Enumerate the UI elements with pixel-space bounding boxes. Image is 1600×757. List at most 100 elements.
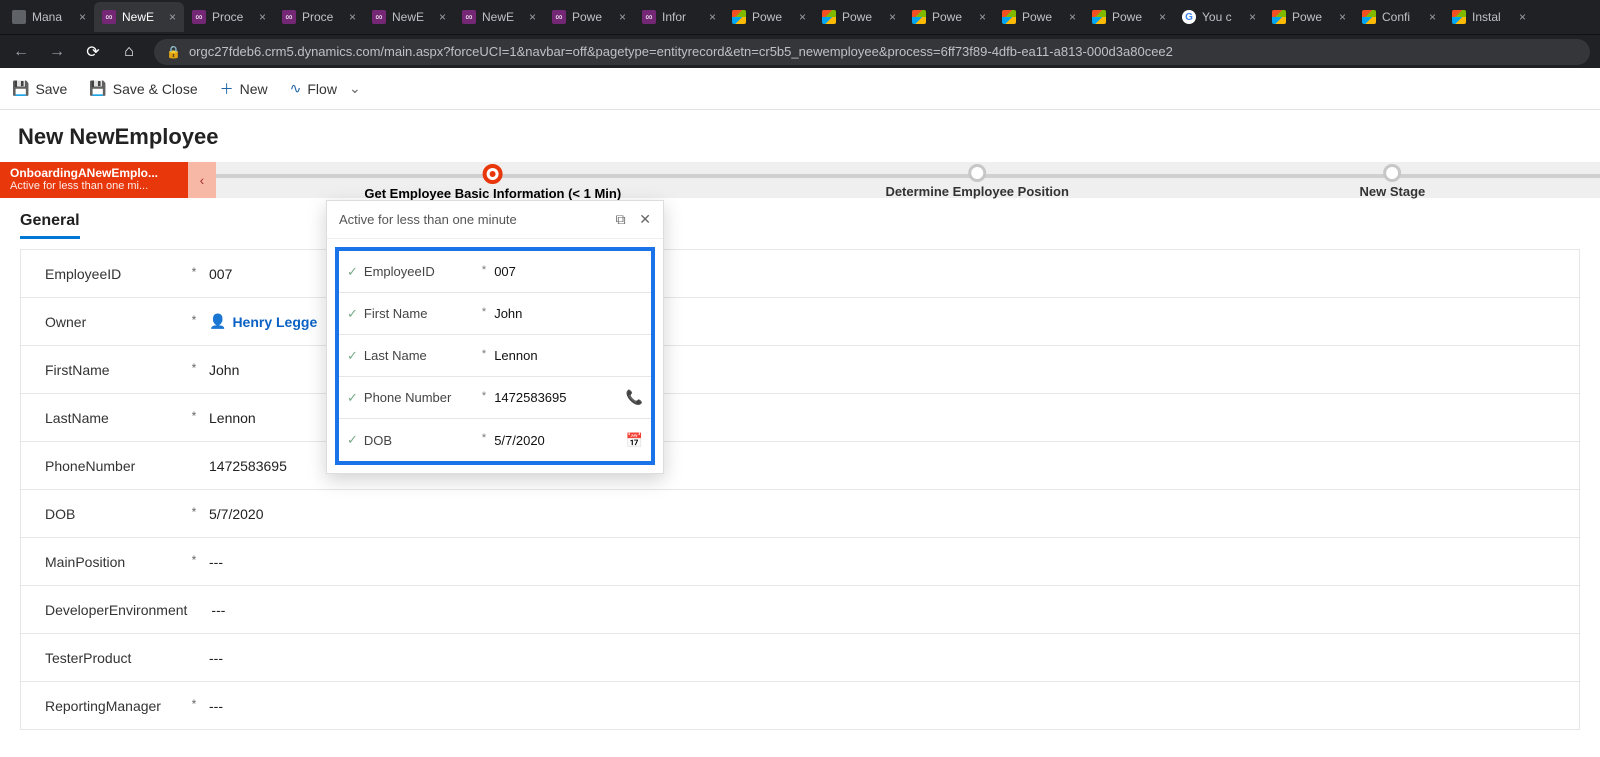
- stage-label: Get Employee Basic Information (< 1 Min): [364, 186, 621, 201]
- calendar-icon[interactable]: 📅: [626, 432, 643, 449]
- browser-tab[interactable]: Powe×: [724, 2, 814, 32]
- favicon-icon: ∞: [282, 10, 296, 24]
- field-value[interactable]: ---: [203, 554, 1555, 570]
- required-indicator: *: [185, 505, 203, 519]
- browser-tab[interactable]: Powe×: [994, 2, 1084, 32]
- browser-tab[interactable]: Mana×: [4, 2, 94, 32]
- flyout-field-value[interactable]: 1472583695: [492, 390, 625, 405]
- stage-label: New Stage: [1360, 184, 1426, 199]
- tab-label: Infor: [662, 10, 703, 24]
- browser-tab[interactable]: Powe ×: [814, 2, 904, 32]
- field-value[interactable]: 5/7/2020: [203, 506, 1555, 522]
- tab-close-icon[interactable]: ×: [349, 10, 356, 24]
- required-indicator: *: [185, 265, 203, 279]
- browser-tab[interactable]: Powe ×: [904, 2, 994, 32]
- required-indicator: *: [482, 390, 486, 402]
- browser-tab[interactable]: ∞NewE×: [364, 2, 454, 32]
- nav-reload-icon[interactable]: ⟳: [82, 42, 104, 62]
- flyout-row: ✓DOB*5/7/2020📅: [339, 419, 651, 461]
- tab-close-icon[interactable]: ×: [709, 10, 716, 24]
- page-title: New NewEmployee: [0, 110, 1600, 162]
- save-close-button[interactable]: 💾 Save & Close: [89, 80, 197, 97]
- favicon-icon: ∞: [372, 10, 386, 24]
- tab-close-icon[interactable]: ×: [1429, 10, 1436, 24]
- form-tabs: General: [0, 198, 1600, 239]
- tab-close-icon[interactable]: ×: [1339, 10, 1346, 24]
- flyout-row: ✓EmployeeID*007: [339, 251, 651, 293]
- tab-close-icon[interactable]: ×: [259, 10, 266, 24]
- close-icon[interactable]: ✕: [639, 211, 651, 227]
- favicon-icon: ∞: [192, 10, 206, 24]
- flyout-row: ✓Last Name*Lennon: [339, 335, 651, 377]
- stage-dot-icon: [1383, 164, 1401, 182]
- form-row: TesterProduct---: [21, 633, 1579, 681]
- flyout-field-value[interactable]: 007: [492, 264, 643, 279]
- nav-back-icon[interactable]: ←: [10, 43, 32, 61]
- favicon-icon: [912, 10, 926, 24]
- field-value[interactable]: ---: [203, 698, 1555, 714]
- tab-label: Proce: [212, 10, 253, 24]
- tab-close-icon[interactable]: ×: [799, 10, 806, 24]
- url-box[interactable]: 🔒 orgc27fdeb6.crm5.dynamics.com/main.asp…: [154, 39, 1590, 65]
- bpf-collapse-button[interactable]: ‹: [188, 162, 216, 198]
- flow-button[interactable]: ∿ Flow ⌄: [290, 80, 361, 97]
- check-icon: ✓: [347, 432, 358, 448]
- tab-close-icon[interactable]: ×: [1159, 10, 1166, 24]
- nav-home-icon[interactable]: ⌂: [118, 43, 140, 61]
- tab-close-icon[interactable]: ×: [1249, 10, 1256, 24]
- save-label: Save: [35, 81, 67, 97]
- tab-label: Powe: [572, 10, 613, 24]
- required-indicator: *: [482, 264, 486, 276]
- tab-label: Powe: [1112, 10, 1153, 24]
- form-row: FirstName*John: [21, 345, 1579, 393]
- address-bar: ← → ⟳ ⌂ 🔒 orgc27fdeb6.crm5.dynamics.com/…: [0, 34, 1600, 68]
- nav-forward-icon[interactable]: →: [46, 43, 68, 61]
- browser-tab[interactable]: Instal ×: [1444, 2, 1534, 32]
- flyout-row: ✓Phone Number*1472583695📞: [339, 377, 651, 419]
- lock-icon: 🔒: [166, 45, 181, 59]
- popout-icon[interactable]: ⧉: [616, 211, 626, 227]
- phone-icon[interactable]: 📞: [626, 389, 643, 406]
- tab-close-icon[interactable]: ×: [439, 10, 446, 24]
- required-indicator: *: [185, 313, 203, 327]
- tab-close-icon[interactable]: ×: [979, 10, 986, 24]
- bpf-stage[interactable]: Determine Employee Position: [885, 164, 1069, 199]
- tab-label: Powe: [842, 10, 883, 24]
- tab-label: Instal: [1472, 10, 1513, 24]
- flyout-field-value[interactable]: John: [492, 306, 643, 321]
- check-icon: ✓: [347, 306, 358, 322]
- browser-tab[interactable]: ∞ Proce ×: [184, 2, 274, 32]
- tab-close-icon[interactable]: ×: [169, 10, 176, 24]
- bpf-process-name[interactable]: OnboardingANewEmplo... Active for less t…: [0, 162, 188, 198]
- tab-close-icon[interactable]: ×: [1519, 10, 1526, 24]
- tab-close-icon[interactable]: ×: [619, 10, 626, 24]
- browser-tab[interactable]: ∞Proce×: [274, 2, 364, 32]
- flyout-status: Active for less than one minute: [339, 212, 517, 227]
- tab-close-icon[interactable]: ×: [529, 10, 536, 24]
- tab-general[interactable]: General: [20, 212, 80, 239]
- tab-label: Powe: [932, 10, 973, 24]
- browser-tab[interactable]: ∞Infor×: [634, 2, 724, 32]
- browser-tab[interactable]: ∞NewE×: [454, 2, 544, 32]
- browser-tab[interactable]: ∞Powe×: [544, 2, 634, 32]
- browser-tab[interactable]: GYou c×: [1174, 2, 1264, 32]
- favicon-icon: [1092, 10, 1106, 24]
- flyout-field-value[interactable]: 5/7/2020: [492, 433, 625, 448]
- tab-label: NewE: [122, 10, 163, 24]
- flyout-field-value[interactable]: Lennon: [492, 348, 643, 363]
- required-indicator: *: [482, 348, 486, 360]
- bpf-stage[interactable]: Get Employee Basic Information (< 1 Min): [364, 164, 621, 201]
- tab-close-icon[interactable]: ×: [79, 10, 86, 24]
- browser-tab[interactable]: ∞NewE×: [94, 2, 184, 32]
- browser-tab[interactable]: Powe ×: [1084, 2, 1174, 32]
- bpf-stage[interactable]: New Stage: [1360, 164, 1426, 199]
- browser-tab[interactable]: Confi×: [1354, 2, 1444, 32]
- field-value[interactable]: ---: [203, 650, 1555, 666]
- flow-icon: ∿: [290, 80, 302, 97]
- field-value[interactable]: ---: [205, 602, 1555, 618]
- new-button[interactable]: ＋ New: [220, 79, 268, 99]
- browser-tab[interactable]: Powe×: [1264, 2, 1354, 32]
- tab-close-icon[interactable]: ×: [1069, 10, 1076, 24]
- save-button[interactable]: 💾 Save: [12, 80, 67, 97]
- tab-close-icon[interactable]: ×: [889, 10, 896, 24]
